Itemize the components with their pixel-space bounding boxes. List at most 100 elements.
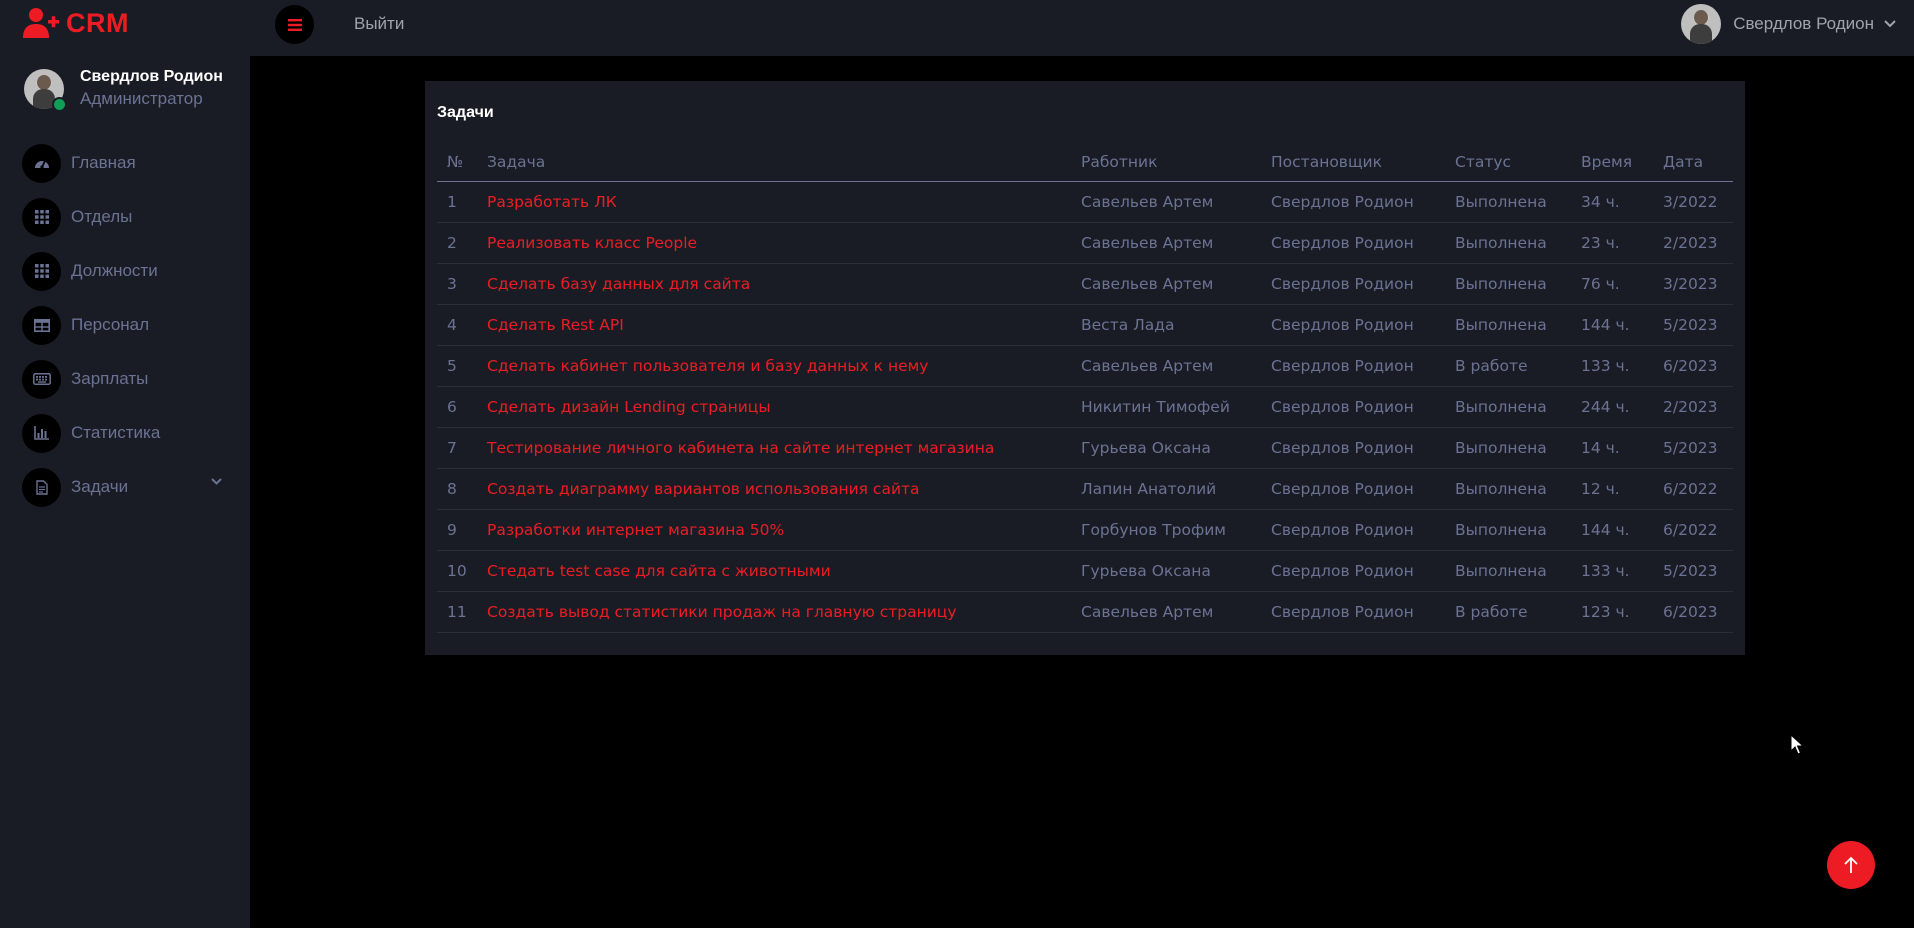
cell-status: Выполнена <box>1445 468 1571 510</box>
sidebar-nav: Главная Отделы Должности Персонал Зарпла… <box>22 136 222 514</box>
cell-number: 9 <box>437 509 477 551</box>
sidebar-item-tasks[interactable]: Задачи <box>22 460 222 514</box>
cell-assigner: Свердлов Родион <box>1261 181 1445 223</box>
cell-task[interactable]: Реализовать класс People <box>477 222 1071 264</box>
sidebar-item-label: Задачи <box>71 477 129 496</box>
table-row: 5 Сделать кабинет пользователя и базу дан… <box>437 345 1733 387</box>
keyboard-icon <box>32 373 51 385</box>
cell-assigner: Свердлов Родион <box>1261 222 1445 264</box>
cell-time: 133 ч. <box>1571 345 1653 387</box>
sidebar-item-label: Должности <box>71 261 158 280</box>
cell-assigner: Свердлов Родион <box>1261 468 1445 510</box>
top-navbar: CRM Выйти Свердлов Родион <box>0 0 1914 56</box>
dashboard-icon <box>34 160 49 169</box>
chevron-down-icon <box>211 478 222 485</box>
cell-status: Выполнена <box>1445 386 1571 428</box>
cell-time: 14 ч. <box>1571 427 1653 469</box>
cell-number: 1 <box>437 181 477 223</box>
cell-date: 5/2023 <box>1653 550 1733 592</box>
cell-assigner: Свердлов Родион <box>1261 263 1445 305</box>
cell-task[interactable]: Стедать test case для сайта с животными <box>477 550 1071 592</box>
cell-time: 123 ч. <box>1571 591 1653 633</box>
sidebar-user-role: Администратор <box>80 89 203 108</box>
cell-worker: Горбунов Трофим <box>1071 509 1261 551</box>
column-header-worker: Работник <box>1071 142 1261 182</box>
logout-link[interactable]: Выйти <box>354 14 404 34</box>
sidebar-item-label: Персонал <box>71 315 150 334</box>
cell-assigner: Свердлов Родион <box>1261 550 1445 592</box>
cell-status: Выполнена <box>1445 509 1571 551</box>
grid-icon <box>34 264 49 278</box>
table-header-row: № Задача Работник Постановщик Статус Вре… <box>437 142 1733 182</box>
sidebar: Свердлов Родион Администратор Главная От… <box>0 56 250 928</box>
table-row: 6 Сделать дизайн Lending страницы Никитин … <box>437 386 1733 428</box>
cell-status: Выполнена <box>1445 550 1571 592</box>
sidebar-item-statistics[interactable]: Статистика <box>22 406 222 460</box>
profile-dropdown[interactable]: Свердлов Родион <box>1681 3 1896 45</box>
column-header-status: Статус <box>1445 142 1571 182</box>
cell-task[interactable]: Тестирование личного кабинета на сайте и… <box>477 427 1071 469</box>
cell-task[interactable]: Сделать кабинет пользователя и базу данн… <box>477 345 1071 387</box>
cell-status: Выполнена <box>1445 222 1571 264</box>
cell-worker: Лапин Анатолий <box>1071 468 1261 510</box>
cell-number: 10 <box>437 550 477 592</box>
sidebar-item-departments[interactable]: Отделы <box>22 190 222 244</box>
table-row: 3 Сделать базу данных для сайта Савельев А… <box>437 263 1733 305</box>
cell-task[interactable]: Создать вывод статистики продаж на главн… <box>477 591 1071 633</box>
cell-number: 4 <box>437 304 477 346</box>
cell-date: 6/2022 <box>1653 468 1733 510</box>
sidebar-item-label: Статистика <box>71 423 161 442</box>
tasks-table: № Задача Работник Постановщик Статус Вре… <box>437 142 1733 633</box>
cell-worker: Никитин Тимофей <box>1071 386 1261 428</box>
column-header-assigner: Постановщик <box>1261 142 1445 182</box>
brand-logo[interactable]: CRM <box>22 4 129 42</box>
table-row: 7 Тестирование личного кабинета на сайте … <box>437 427 1733 469</box>
brand-name: CRM <box>66 7 129 38</box>
sidebar-item-positions[interactable]: Должности <box>22 244 222 298</box>
cell-time: 133 ч. <box>1571 550 1653 592</box>
cell-assigner: Свердлов Родион <box>1261 304 1445 346</box>
column-header-date: Дата <box>1653 142 1733 182</box>
cell-assigner: Свердлов Родион <box>1261 386 1445 428</box>
profile-name: Свердлов Родион <box>1733 14 1874 33</box>
tasks-card: Задачи № Задача Работник Постановщик Ста… <box>425 81 1745 655</box>
cell-date: 2/2023 <box>1653 386 1733 428</box>
cell-time: 244 ч. <box>1571 386 1653 428</box>
cell-date: 5/2023 <box>1653 304 1733 346</box>
cell-date: 6/2023 <box>1653 345 1733 387</box>
cell-task[interactable]: Сделать Rest API <box>477 304 1071 346</box>
cell-date: 6/2023 <box>1653 591 1733 633</box>
cell-assigner: Свердлов Родион <box>1261 509 1445 551</box>
cell-number: 8 <box>437 468 477 510</box>
cell-status: Выполнена <box>1445 427 1571 469</box>
cell-worker: Савельев Артем <box>1071 345 1261 387</box>
cell-task[interactable]: Сделать дизайн Lending страницы <box>477 386 1071 428</box>
sidebar-item-salaries[interactable]: Зарплаты <box>22 352 222 406</box>
table-icon <box>33 318 50 332</box>
sidebar-toggle-button[interactable] <box>275 5 314 44</box>
cell-status: Выполнена <box>1445 263 1571 305</box>
online-status-indicator <box>52 97 67 112</box>
sidebar-item-home[interactable]: Главная <box>22 136 222 190</box>
chevron-down-icon <box>1884 20 1896 28</box>
cell-time: 144 ч. <box>1571 304 1653 346</box>
cell-task[interactable]: Разработать ЛК <box>477 181 1071 223</box>
cell-time: 144 ч. <box>1571 509 1653 551</box>
scroll-to-top-button[interactable] <box>1827 841 1875 889</box>
sidebar-item-personnel[interactable]: Персонал <box>22 298 222 352</box>
table-row: 8 Создать диаграмму вариантов использован… <box>437 468 1733 510</box>
user-plus-icon <box>23 8 59 38</box>
sidebar-user-name: Свердлов Родион <box>80 68 223 85</box>
cell-status: В работе <box>1445 345 1571 387</box>
cell-task[interactable]: Сделать базу данных для сайта <box>477 263 1071 305</box>
cell-task[interactable]: Создать диаграмму вариантов использовани… <box>477 468 1071 510</box>
sidebar-item-label: Отделы <box>71 207 133 226</box>
cell-number: 11 <box>437 591 477 633</box>
cell-task[interactable]: Разработки интернет магазина 50% <box>477 509 1071 551</box>
cell-worker: Савельев Артем <box>1071 222 1261 264</box>
table-row: 9 Разработки интернет магазина 50% Горбуно… <box>437 509 1733 551</box>
cell-time: 76 ч. <box>1571 263 1653 305</box>
cell-time: 34 ч. <box>1571 181 1653 223</box>
cell-number: 2 <box>437 222 477 264</box>
cell-worker: Гурьева Оксана <box>1071 550 1261 592</box>
